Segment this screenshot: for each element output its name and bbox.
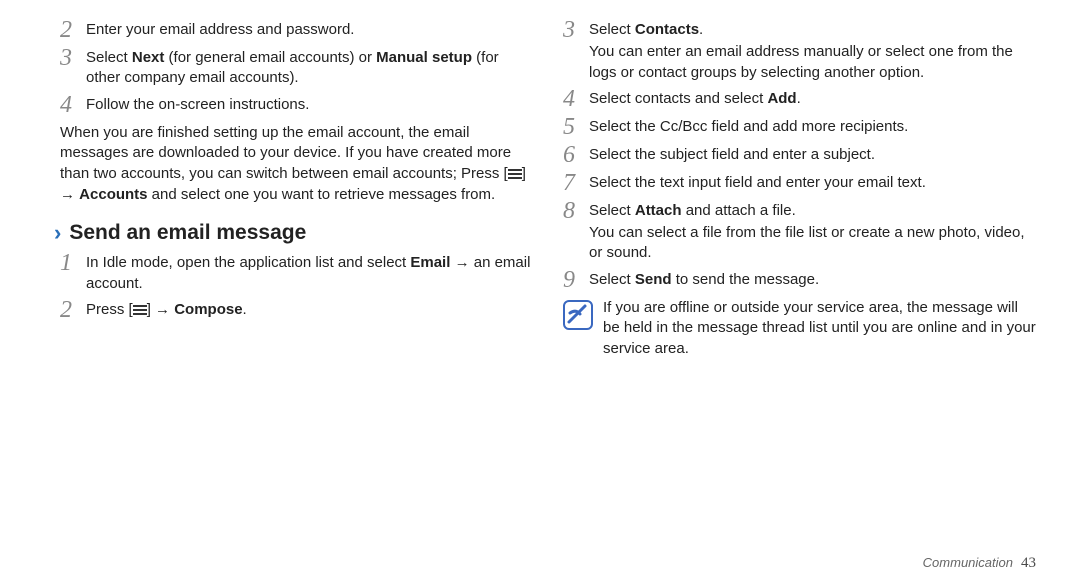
bold-add: Add xyxy=(767,90,796,107)
send-step-8: 8 Select Attach and attach a file. You c… xyxy=(563,201,1036,264)
section-heading: › Send an email message xyxy=(54,221,533,245)
info-note: If you are offline or outside your servi… xyxy=(563,298,1036,360)
step-number: 9 xyxy=(563,268,589,292)
bold-manual-setup: Manual setup xyxy=(376,49,472,66)
step-number: 2 xyxy=(60,18,86,42)
send-step-5: 5 Select the Cc/Bcc field and add more r… xyxy=(563,117,1036,139)
text: ] → xyxy=(147,301,175,318)
step-number: 3 xyxy=(563,18,589,42)
step-text: Select Attach and attach a file. You can… xyxy=(589,201,1036,264)
step-text: Select the subject field and enter a sub… xyxy=(589,145,1036,165)
info-text: If you are offline or outside your servi… xyxy=(603,298,1036,360)
step-number: 7 xyxy=(563,171,589,195)
text: and select one you want to retrieve mess… xyxy=(148,186,496,203)
step-note: You can select a file from the file list… xyxy=(589,223,1036,264)
info-icon xyxy=(563,300,593,330)
step-text: Press [ ] → Compose. xyxy=(86,300,533,320)
step-number: 4 xyxy=(60,93,86,117)
setup-step-3: 3 Select Next (for general email account… xyxy=(60,48,533,89)
step-text: Select Next (for general email accounts)… xyxy=(86,48,533,89)
menu-icon xyxy=(133,305,147,315)
text: Select xyxy=(589,21,635,38)
text: and attach a file. xyxy=(682,202,796,219)
heading-text: Send an email message xyxy=(69,221,306,245)
text: Press [ xyxy=(86,301,133,318)
step-number: 4 xyxy=(563,87,589,111)
send-step-7: 7 Select the text input field and enter … xyxy=(563,173,1036,195)
text: Select xyxy=(589,271,635,288)
bold-attach: Attach xyxy=(635,202,682,219)
setup-step-2: 2 Enter your email address and password. xyxy=(60,20,533,42)
right-column: 3 Select Contacts. You can enter an emai… xyxy=(563,20,1036,586)
text: . xyxy=(243,301,247,318)
bold-email: Email xyxy=(410,254,450,271)
bold-compose: Compose xyxy=(174,301,242,318)
step-text: Select the text input field and enter yo… xyxy=(589,173,1036,193)
step-text: Select Contacts. You can enter an email … xyxy=(589,20,1036,83)
text: . xyxy=(699,21,703,38)
setup-step-4: 4 Follow the on-screen instructions. xyxy=(60,95,533,117)
step-number: 5 xyxy=(563,115,589,139)
step-text: Select the Cc/Bcc field and add more rec… xyxy=(589,117,1036,137)
bold-contacts: Contacts xyxy=(635,21,699,38)
text: to send the message. xyxy=(672,271,820,288)
footer-page-number: 43 xyxy=(1021,555,1036,572)
step-number: 1 xyxy=(60,251,86,275)
text: In Idle mode, open the application list … xyxy=(86,254,410,271)
text: . xyxy=(797,90,801,107)
send-step-9: 9 Select Send to send the message. xyxy=(563,270,1036,292)
step-text: Follow the on-screen instructions. xyxy=(86,95,533,115)
step-text: In Idle mode, open the application list … xyxy=(86,253,533,294)
menu-icon xyxy=(508,169,522,179)
text: When you are finished setting up the ema… xyxy=(60,124,511,182)
send-step-2: 2 Press [ ] → Compose. xyxy=(60,300,533,322)
send-step-4: 4 Select contacts and select Add. xyxy=(563,89,1036,111)
bold-next: Next xyxy=(132,49,165,66)
bold-accounts: Accounts xyxy=(79,186,147,203)
page: 2 Enter your email address and password.… xyxy=(0,0,1080,586)
finished-paragraph: When you are finished setting up the ema… xyxy=(60,123,533,206)
send-step-1: 1 In Idle mode, open the application lis… xyxy=(60,253,533,294)
page-footer: Communication 43 xyxy=(923,555,1036,572)
step-number: 3 xyxy=(60,46,86,70)
send-step-3: 3 Select Contacts. You can enter an emai… xyxy=(563,20,1036,83)
text: Select xyxy=(86,49,132,66)
text: Select xyxy=(589,202,635,219)
footer-section: Communication xyxy=(923,555,1013,570)
step-number: 8 xyxy=(563,199,589,223)
step-note: You can enter an email address manually … xyxy=(589,42,1036,83)
text: (for general email accounts) or xyxy=(164,49,376,66)
left-column: 2 Enter your email address and password.… xyxy=(60,20,533,586)
step-number: 2 xyxy=(60,298,86,322)
bold-send: Send xyxy=(635,271,672,288)
step-text: Select Send to send the message. xyxy=(589,270,1036,290)
send-step-6: 6 Select the subject field and enter a s… xyxy=(563,145,1036,167)
step-text: Select contacts and select Add. xyxy=(589,89,1036,109)
step-text: Enter your email address and password. xyxy=(86,20,533,40)
step-number: 6 xyxy=(563,143,589,167)
chevron-right-icon: › xyxy=(54,222,61,244)
text: Select contacts and select xyxy=(589,90,767,107)
